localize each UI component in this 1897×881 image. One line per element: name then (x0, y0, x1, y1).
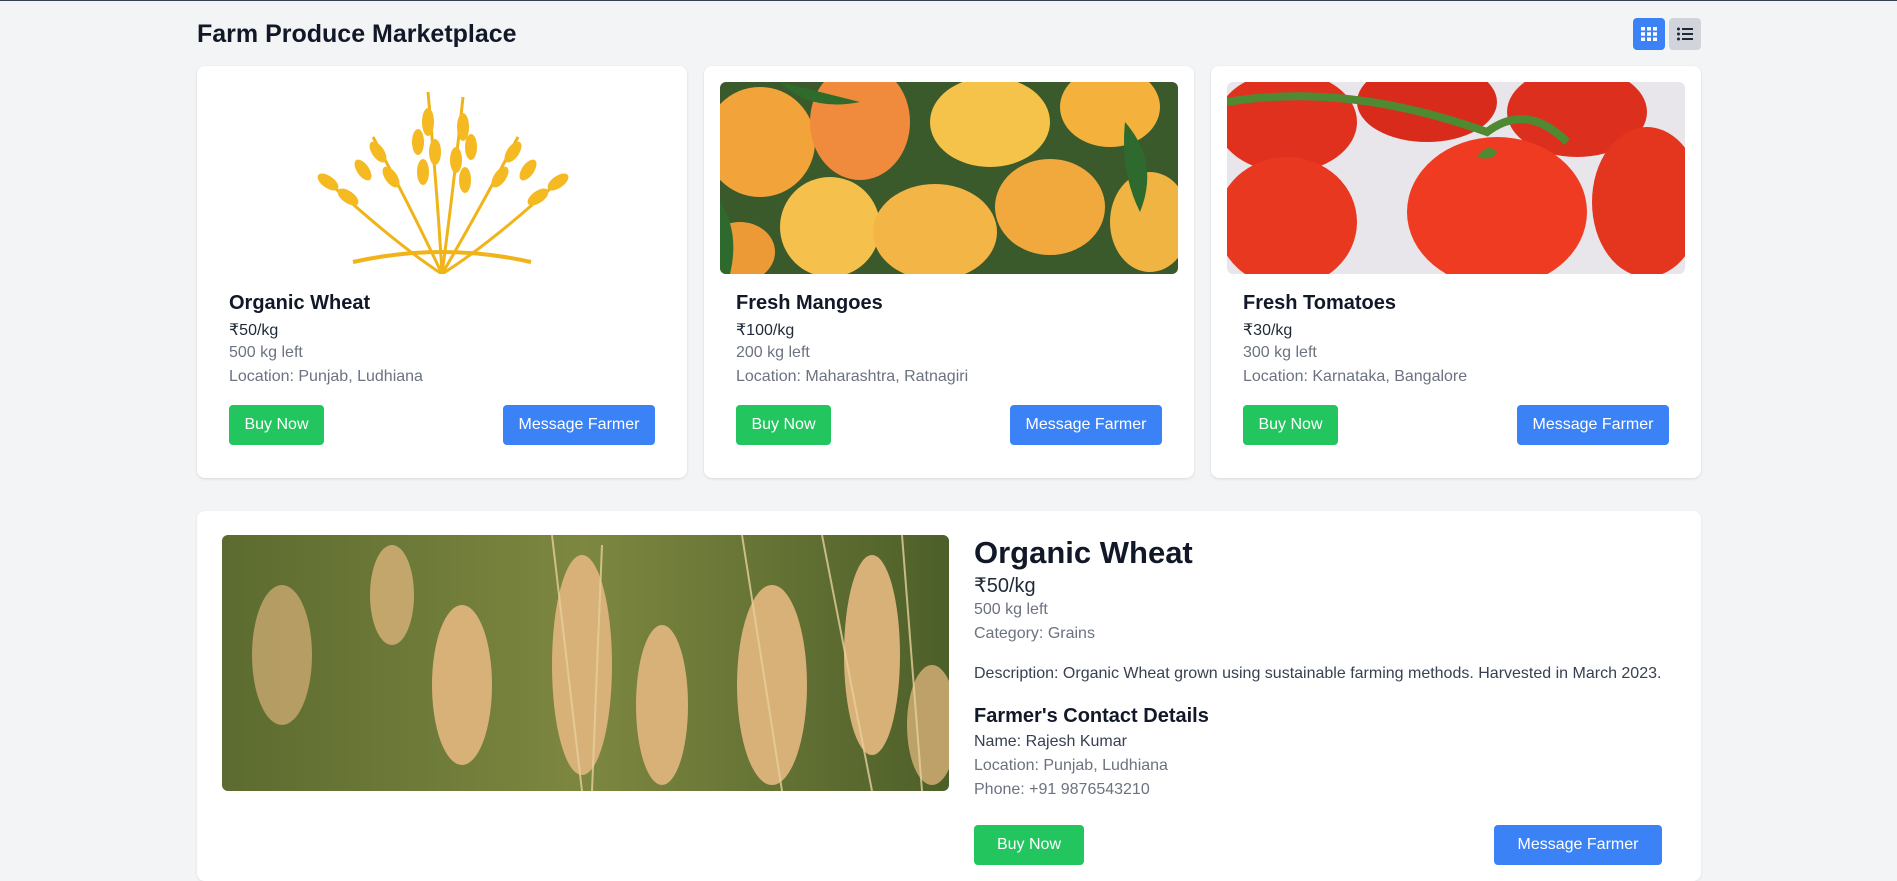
product-detail-panel: Organic Wheat ₹50/kg 500 kg left Categor… (197, 511, 1701, 881)
buy-now-button[interactable]: Buy Now (229, 405, 324, 445)
detail-product-price: ₹50/kg (974, 575, 1036, 597)
grid-icon (1641, 27, 1657, 41)
product-card[interactable]: Fresh Tomatoes ₹30/kg 300 kg left Locati… (1211, 66, 1701, 478)
product-location: Location: Karnataka, Bangalore (1243, 368, 1468, 385)
product-quantity: 300 kg left (1243, 344, 1317, 361)
detail-product-category: Category: Grains (974, 625, 1095, 642)
product-name: Organic Wheat (229, 292, 371, 314)
product-price: ₹100/kg (736, 322, 795, 339)
product-location: Location: Punjab, Ludhiana (229, 368, 423, 385)
product-name: Fresh Tomatoes (1243, 292, 1396, 314)
message-farmer-button[interactable]: Message Farmer (1010, 405, 1162, 445)
grid-view-button[interactable] (1633, 18, 1665, 50)
product-price: ₹50/kg (229, 322, 279, 339)
product-price: ₹30/kg (1243, 322, 1293, 339)
product-name: Fresh Mangoes (736, 292, 883, 314)
farmer-phone: Phone: +91 9876543210 (974, 781, 1150, 798)
view-toggle (1633, 18, 1701, 50)
product-location: Location: Maharashtra, Ratnagiri (736, 368, 969, 385)
detail-product-description: Description: Organic Wheat grown using s… (974, 665, 1662, 682)
detail-buy-now-button[interactable]: Buy Now (974, 825, 1084, 865)
product-image-mangoes (720, 82, 1178, 274)
list-view-button[interactable] (1669, 18, 1701, 50)
buy-now-button[interactable]: Buy Now (736, 405, 831, 445)
product-image-tomatoes (1227, 82, 1685, 274)
farmer-location: Location: Punjab, Ludhiana (974, 757, 1168, 774)
product-card[interactable]: Fresh Mangoes ₹100/kg 200 kg left Locati… (704, 66, 1194, 478)
buy-now-button[interactable]: Buy Now (1243, 405, 1338, 445)
detail-product-name: Organic Wheat (974, 535, 1193, 570)
header: Farm Produce Marketplace (197, 16, 1701, 52)
page-title: Farm Produce Marketplace (197, 20, 517, 48)
product-grid: Organic Wheat ₹50/kg 500 kg left Locatio… (197, 66, 1701, 479)
product-detail-image (222, 535, 949, 791)
message-farmer-button[interactable]: Message Farmer (503, 405, 655, 445)
list-icon (1677, 27, 1693, 41)
product-image-wheat (213, 82, 671, 274)
message-farmer-button[interactable]: Message Farmer (1517, 405, 1669, 445)
farmer-name: Name: Rajesh Kumar (974, 733, 1127, 750)
detail-product-quantity: 500 kg left (974, 601, 1048, 618)
detail-message-farmer-button[interactable]: Message Farmer (1494, 825, 1662, 865)
product-card[interactable]: Organic Wheat ₹50/kg 500 kg left Locatio… (197, 66, 687, 478)
farmer-contact-heading: Farmer's Contact Details (974, 705, 1209, 727)
product-quantity: 500 kg left (229, 344, 303, 361)
product-quantity: 200 kg left (736, 344, 810, 361)
